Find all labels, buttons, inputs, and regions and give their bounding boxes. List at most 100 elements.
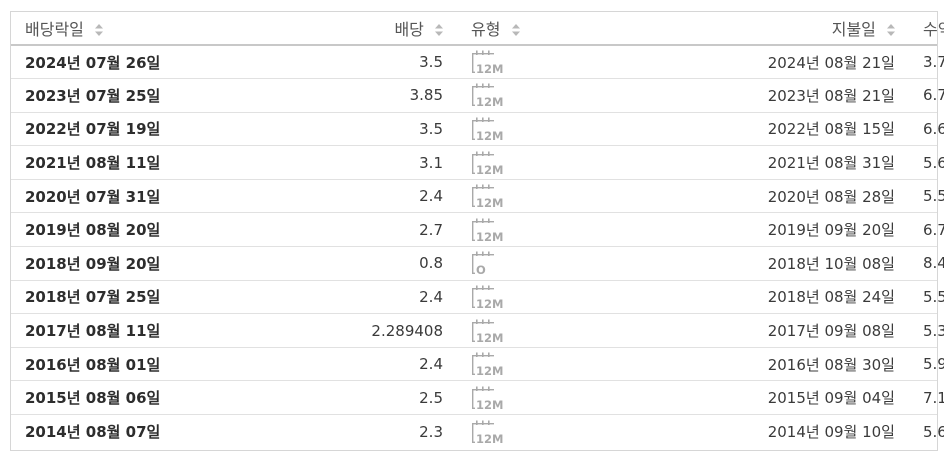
ex-date-cell: 2014년 08월 07일 [25,423,161,442]
type-cell: O [457,247,635,281]
column-header-pay-date[interactable]: 지불일 [635,12,909,46]
column-header-label: 지불일 [831,20,876,39]
type-label: 12M [476,398,503,410]
yield-cell: 6.78% [923,86,944,105]
calendar-icon: 12M [472,83,503,107]
calendar-icon: 12M [472,285,503,309]
type-cell: 12M [457,79,635,113]
table-row: 2023년 07월 25일 3.85 12M 2023년 08월 21일 6.7… [11,79,944,113]
ex-date-cell: 2023년 07월 25일 [25,86,161,105]
ex-date-cell: 2022년 07월 19일 [25,120,161,139]
amount-cell: 3.1 [419,153,443,172]
table-row: 2020년 07월 31일 2.4 12M 2020년 08월 28일 5.52… [11,179,944,213]
table-header: 배당락일 배당 유형 지불일 수 [11,12,944,46]
type-label: 12M [476,129,503,141]
calendar-icon: 12M [472,420,503,444]
yield-cell: 5.37% [923,321,944,340]
ex-date-cell: 2017년 08월 11일 [25,322,161,341]
ex-date-cell: 2020년 07월 31일 [25,187,161,206]
calendar-icon: 12M [472,386,503,410]
table-row: 2015년 08월 06일 2.5 12M 2015년 09월 04일 7.19… [11,381,944,415]
sort-icon[interactable] [94,24,103,36]
calendar-icon: 12M [472,184,503,208]
ex-date-cell: 2021년 08월 11일 [25,154,161,173]
amount-cell: 2.4 [419,187,443,206]
table-row: 2022년 07월 19일 3.5 12M 2022년 08월 15일 6.63… [11,112,944,146]
yield-cell: 6.72% [923,220,944,239]
column-header-label: 수익률 [923,20,944,39]
amount-cell: 2.4 [419,287,443,306]
dividend-history-table: 배당락일 배당 유형 지불일 수 2024년 07월 26일 3.5 12M 2… [10,11,944,451]
sort-icon[interactable] [511,24,520,36]
type-cell: 12M [457,314,635,348]
table-row: 2024년 07월 26일 3.5 12M 2024년 08월 21일 3.77… [11,45,944,79]
column-header-label: 배당락일 [25,20,84,39]
type-label: 12M [476,297,503,309]
table-row: 2014년 08월 07일 2.3 12M 2014년 09월 10일 5.61… [11,415,944,449]
pay-date-cell: 2020년 08월 28일 [767,187,895,206]
type-cell: 12M [457,45,635,79]
calendar-icon: 12M [472,319,503,343]
column-header-label: 유형 [471,20,501,39]
type-cell: 12M [457,381,635,415]
type-cell: 12M [457,347,635,381]
type-cell: 12M [457,146,635,180]
yield-cell: 5.61% [923,422,944,441]
yield-cell: 5.52% [923,187,944,206]
amount-cell: 2.289408 [371,321,443,340]
yield-cell: 6.63% [923,119,944,138]
sort-icon[interactable] [887,24,895,36]
type-label: O [476,263,486,275]
calendar-icon: O [472,251,494,275]
yield-cell: 8.44% [923,254,944,273]
pay-date-cell: 2015년 09월 04일 [767,389,895,408]
pay-date-cell: 2014년 09월 10일 [767,423,895,442]
type-cell: 12M [457,415,635,449]
type-label: 12M [476,62,503,74]
amount-cell: 0.8 [419,254,443,273]
calendar-icon: 12M [472,117,503,141]
amount-cell: 2.4 [419,355,443,374]
table-row: 2021년 08월 11일 3.1 12M 2021년 08월 31일 5.63… [11,146,944,180]
column-header-amount[interactable]: 배당 [269,12,457,46]
pay-date-cell: 2018년 08월 24일 [767,288,895,307]
column-header-yield[interactable]: 수익률 [909,12,944,46]
ex-date-cell: 2018년 07월 25일 [25,288,161,307]
yield-cell: 5.63% [923,153,944,172]
column-header-type[interactable]: 유형 [457,12,635,46]
table-row: 2018년 09월 20일 0.8 O 2018년 10월 08일 8.44% [11,247,944,281]
calendar-icon: 12M [472,50,503,74]
pay-date-cell: 2018년 10월 08일 [767,254,895,273]
yield-cell: 3.77% [923,53,944,72]
header-row: 배당락일 배당 유형 지불일 수 [11,12,944,46]
calendar-icon: 12M [472,352,503,376]
ex-date-cell: 2018년 09월 20일 [25,254,161,273]
table-body: 2024년 07월 26일 3.5 12M 2024년 08월 21일 3.77… [11,45,944,449]
sort-icon[interactable] [435,24,443,36]
yield-cell: 5.50% [923,287,944,306]
pay-date-cell: 2022년 08월 15일 [767,120,895,139]
yield-cell: 5.91% [923,355,944,374]
type-label: 12M [476,163,503,175]
table-row: 2018년 07월 25일 2.4 12M 2018년 08월 24일 5.50… [11,280,944,314]
type-label: 12M [476,331,503,343]
type-cell: 12M [457,112,635,146]
pay-date-cell: 2017년 09월 08일 [767,322,895,341]
pay-date-cell: 2021년 08월 31일 [767,154,895,173]
table-row: 2017년 08월 11일 2.289408 12M 2017년 09월 08일… [11,314,944,348]
type-label: 12M [476,230,503,242]
amount-cell: 3.85 [409,86,443,105]
pay-date-cell: 2016년 08월 30일 [767,355,895,374]
ex-date-cell: 2019년 08월 20일 [25,221,161,240]
calendar-icon: 12M [472,218,503,242]
ex-date-cell: 2024년 07월 26일 [25,53,161,72]
column-header-ex-date[interactable]: 배당락일 [11,12,269,46]
type-label: 12M [476,95,503,107]
amount-cell: 3.5 [419,53,443,72]
calendar-icon: 12M [472,151,503,175]
ex-date-cell: 2016년 08월 01일 [25,355,161,374]
type-cell: 12M [457,213,635,247]
amount-cell: 2.5 [419,388,443,407]
pay-date-cell: 2023년 08월 21일 [767,86,895,105]
pay-date-cell: 2019년 09월 20일 [767,221,895,240]
